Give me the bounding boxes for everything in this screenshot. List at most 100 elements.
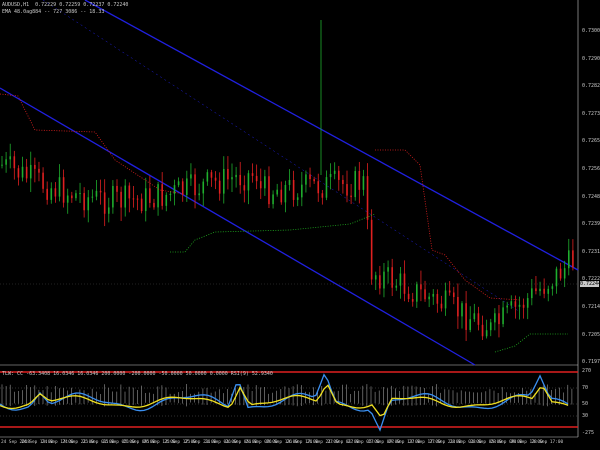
candle-body	[531, 288, 533, 299]
candle-body	[227, 168, 229, 180]
price-label: 0.72140	[582, 304, 600, 310]
candle-body	[342, 179, 344, 185]
candle-body	[239, 174, 242, 186]
price-label: 0.72905	[582, 55, 600, 62]
candle-body	[444, 290, 447, 309]
candle-body	[432, 293, 435, 297]
candle-body	[440, 303, 443, 309]
candle-body	[329, 173, 332, 178]
candle-body	[264, 176, 266, 189]
candle-body	[42, 172, 44, 189]
price-label: 0.72395	[582, 221, 600, 228]
candle-body	[34, 164, 36, 169]
candle-body	[132, 198, 135, 200]
channel-upper-line	[84, 0, 579, 271]
candle-body	[177, 181, 180, 186]
oscillator-level-label: -275	[582, 430, 595, 436]
candle-body	[563, 268, 566, 279]
candle-body	[25, 166, 28, 179]
price-label: 0.71975	[582, 359, 600, 366]
candle-body	[452, 292, 455, 297]
candle-body	[107, 207, 110, 214]
candle-body	[144, 188, 147, 212]
candle-body	[301, 184, 303, 198]
candle-body	[366, 176, 369, 220]
candle-body	[140, 198, 143, 212]
candle-body	[494, 313, 496, 323]
candle-body	[309, 174, 311, 180]
candle-body	[5, 159, 7, 165]
trading-terminal[interactable]: AUDUSD,H1 0.72229 0.72259 0.72237 0.7224…	[0, 0, 600, 450]
candle-body	[276, 189, 278, 195]
candle-body	[112, 185, 114, 208]
candle-body	[13, 156, 16, 169]
candle-body	[255, 175, 258, 182]
candle-body	[514, 301, 517, 307]
trailing-stop-lower-2	[494, 333, 568, 353]
candle-body	[436, 293, 439, 304]
candle-body	[333, 170, 336, 174]
price-label: 0.72310	[582, 248, 600, 255]
candle-body	[50, 188, 53, 200]
candle-body	[186, 178, 188, 195]
price-label: 0.72480	[582, 193, 600, 200]
candle-body	[91, 196, 94, 198]
oscillator-level-label: 30	[582, 413, 589, 419]
candle-body	[259, 181, 262, 189]
channel-lower-line	[0, 87, 476, 366]
candle-body	[272, 194, 274, 205]
candle-body	[305, 174, 307, 185]
candle-body	[284, 184, 287, 203]
candle-body	[358, 171, 361, 190]
candle-body	[543, 288, 545, 294]
candle-body	[165, 194, 168, 206]
candle-body	[38, 168, 40, 173]
price-label: 0.72055	[582, 331, 600, 338]
candle-body	[103, 192, 106, 214]
candle-body	[518, 304, 521, 307]
candle-body	[181, 181, 184, 195]
candle-body	[190, 174, 192, 179]
candle-body	[354, 171, 357, 198]
candle-body	[62, 177, 65, 203]
candle-body	[21, 166, 24, 178]
indicator-info: EMA 48.0ag884 -- 727 3086 -- 18.33	[2, 9, 105, 15]
candle-body	[506, 305, 508, 308]
price-chart[interactable]	[0, 0, 600, 450]
candle-body	[54, 188, 57, 197]
candle-body	[321, 193, 324, 198]
candle-body	[498, 313, 500, 325]
candle-body	[395, 285, 398, 288]
candle-body	[502, 307, 504, 325]
candle-body	[416, 284, 418, 302]
candle-body	[428, 296, 430, 300]
candle-body	[485, 330, 488, 337]
candle-body	[461, 303, 463, 317]
candle-body	[222, 168, 225, 194]
candle-body	[128, 185, 131, 199]
candle-body	[194, 174, 196, 196]
candle-body	[173, 185, 176, 194]
candle-body	[66, 195, 69, 203]
candle-body	[169, 193, 172, 195]
candle-body	[46, 188, 48, 200]
candle-body	[251, 173, 254, 176]
candle-body	[362, 176, 365, 190]
candle-body	[407, 293, 410, 300]
candle-body	[551, 286, 554, 289]
oscillator-level-label: 50	[582, 401, 589, 407]
candle-body	[559, 268, 562, 279]
candle-body	[317, 181, 320, 194]
candle-body	[124, 185, 127, 208]
time-label: 28 Sep 17:00	[531, 440, 564, 445]
price-label: 0.73005	[582, 28, 600, 34]
candle-body	[350, 195, 352, 198]
candle-body	[268, 176, 270, 205]
candle-body	[387, 267, 389, 272]
candle-body	[9, 156, 12, 160]
candle-body	[477, 313, 480, 325]
candle-body	[231, 177, 233, 180]
candle-body	[157, 184, 159, 208]
candle-body	[383, 271, 385, 289]
price-label: 0.72565	[582, 166, 600, 172]
